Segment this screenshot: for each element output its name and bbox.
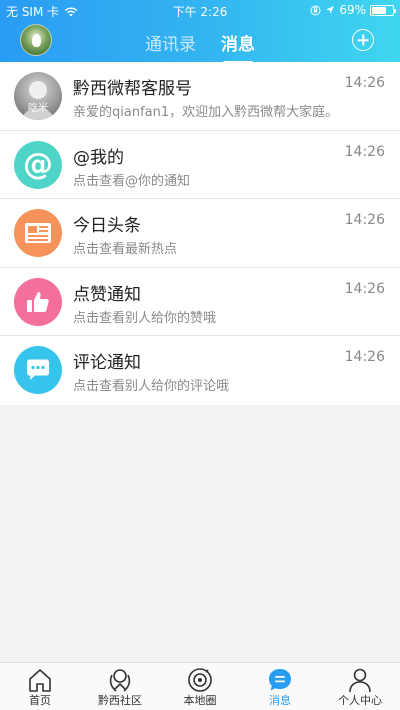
status-right: 69% — [310, 3, 396, 17]
add-plus-button[interactable] — [352, 29, 374, 51]
tabbar-label: 消息 — [269, 694, 291, 707]
tabbar-item-local-circle[interactable]: 本地圈 — [160, 663, 240, 710]
message-subtitle: 点击查看别人给你的赞哦 — [73, 310, 217, 326]
list-item[interactable]: 点赞通知 点击查看别人给你的赞哦 14:26 — [0, 268, 400, 336]
list-item[interactable]: 评论通知 点击查看别人给你的评论哦 14:26 — [0, 336, 400, 405]
tabbar-item-messages[interactable]: 消息 — [240, 663, 320, 710]
nav-bar: 通讯录 消息 — [0, 20, 400, 64]
list-item[interactable]: 今日头条 点击查看最新热点 14:26 — [0, 199, 400, 268]
newspaper-icon — [14, 209, 62, 257]
battery-level — [372, 6, 386, 14]
tabbar-item-profile[interactable]: 个人中心 — [320, 663, 400, 710]
at-icon: @ — [14, 140, 62, 189]
battery-icon — [370, 4, 396, 16]
message-subtitle: 点击查看@你的通知 — [73, 173, 191, 189]
community-icon — [109, 669, 131, 692]
location-arrow-icon — [326, 6, 335, 14]
message-title: 今日头条 — [73, 216, 141, 236]
tabbar-item-home[interactable]: 首页 — [0, 663, 80, 710]
thumbs-up-icon — [14, 277, 62, 326]
app-header: 无 SIM 卡 下午 2:26 69% 通讯录 消息 — [0, 0, 400, 64]
list-item[interactable]: @ @我的 点击查看@你的通知 14:26 — [0, 131, 400, 199]
tabbar-label: 黔西社区 — [98, 694, 142, 707]
message-time: 14:26 — [344, 349, 385, 365]
message-time: 14:26 — [344, 280, 385, 297]
tabbar-label: 个人中心 — [338, 694, 382, 707]
home-icon — [29, 669, 51, 692]
message-title: 评论通知 — [73, 353, 141, 373]
message-icon — [269, 669, 291, 691]
message-time: 14:26 — [344, 143, 385, 160]
message-title: 黔西微帮客服号 — [73, 79, 192, 99]
tab-messages[interactable]: 消息 — [221, 30, 255, 64]
message-time: 14:26 — [344, 212, 385, 228]
message-title: 点赞通知 — [73, 284, 141, 305]
tabbar-item-community[interactable]: 黔西社区 — [80, 663, 160, 710]
message-time: 14:26 — [344, 75, 385, 91]
message-list: 吃米 黔西微帮客服号 亲爱的qianfan1，欢迎加入黔西微帮大家庭。 14:2… — [0, 62, 400, 405]
list-item[interactable]: 吃米 黔西微帮客服号 亲爱的qianfan1，欢迎加入黔西微帮大家庭。 14:2… — [0, 62, 400, 131]
comment-icon — [14, 346, 62, 394]
message-subtitle: 点击查看别人给你的评论哦 — [73, 379, 230, 394]
message-title: @我的 — [73, 147, 124, 168]
user-avatar-photo: 吃米 — [14, 72, 62, 120]
avatar-caption: 吃米 — [28, 103, 48, 114]
bottom-tab-bar: 首页 黔西社区 本地圈 消息 个人中心 — [0, 662, 400, 710]
tab-contacts[interactable]: 通讯录 — [145, 30, 196, 55]
message-subtitle: 亲爱的qianfan1，欢迎加入黔西微帮大家庭。 — [73, 105, 339, 120]
local-circle-icon — [188, 668, 212, 692]
tabbar-label: 首页 — [29, 694, 51, 707]
nav-tabs: 通讯录 消息 — [0, 30, 400, 64]
status-bar: 无 SIM 卡 下午 2:26 69% — [0, 0, 400, 20]
person-icon — [349, 668, 371, 693]
orientation-lock-icon — [310, 5, 321, 15]
message-subtitle: 点击查看最新热点 — [73, 242, 178, 257]
tabbar-label: 本地圈 — [183, 694, 217, 707]
battery-percent: 69% — [339, 3, 366, 17]
